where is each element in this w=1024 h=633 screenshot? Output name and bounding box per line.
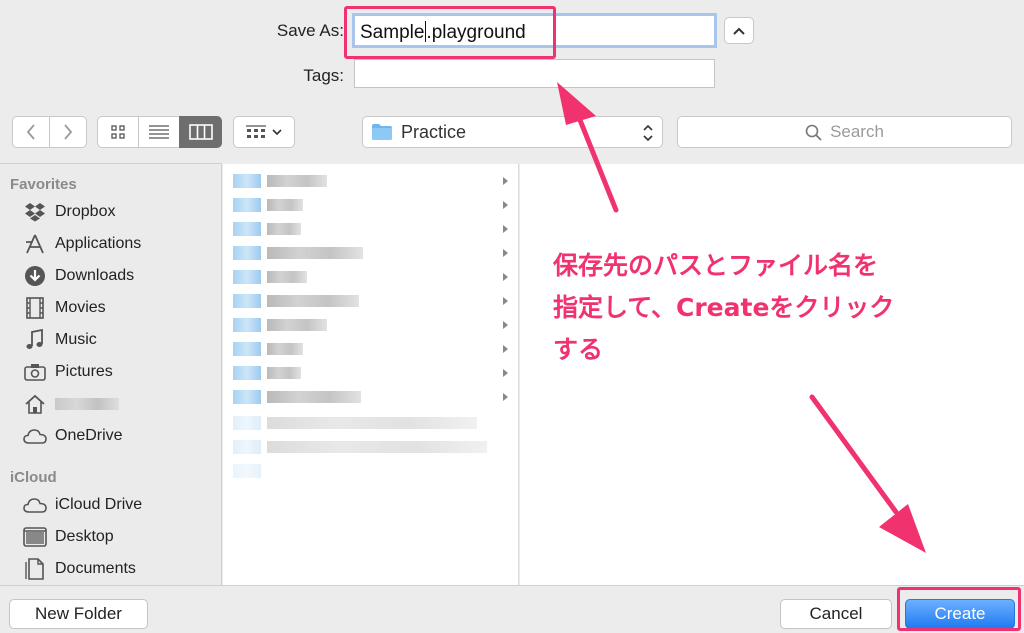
music-icon <box>26 329 43 349</box>
sidebar-item-label: Music <box>55 331 97 348</box>
list-item[interactable] <box>233 318 327 332</box>
chevron-left-icon <box>26 124 35 140</box>
sidebar-item-label: OneDrive <box>55 427 123 444</box>
movies-icon <box>26 297 44 319</box>
home-icon <box>25 394 45 414</box>
group-view-dropdown[interactable] <box>233 116 295 148</box>
documents-icon <box>25 558 44 580</box>
list-item[interactable] <box>233 294 359 308</box>
updown-chevron-icon <box>643 124 653 142</box>
list-item[interactable] <box>233 366 301 380</box>
icon-view-button[interactable] <box>97 116 139 148</box>
list-icon <box>149 125 169 139</box>
filename-highlight-box <box>344 6 556 59</box>
icloud-section-title: iCloud <box>10 469 57 486</box>
sidebar-item-label: Dropbox <box>55 203 116 220</box>
applications-icon <box>26 234 44 254</box>
sidebar-item-desktop[interactable]: Desktop <box>22 523 114 551</box>
sidebar-item-movies[interactable]: Movies <box>22 294 106 322</box>
columns-icon <box>188 124 213 140</box>
sidebar-item-downloads[interactable]: Downloads <box>22 262 134 290</box>
new-folder-button[interactable]: New Folder <box>9 599 148 629</box>
sidebar-item-home[interactable] <box>22 390 119 418</box>
annotation-line-3: する <box>553 335 604 364</box>
save-as-label: Save As: <box>276 21 344 40</box>
file-browser-preview-column <box>520 164 1024 585</box>
search-field[interactable]: Search <box>677 116 1012 148</box>
sidebar-item-documents[interactable]: Documents <box>22 555 136 583</box>
pictures-icon <box>24 364 46 381</box>
list-item[interactable] <box>233 390 361 404</box>
icloud-drive-icon <box>23 498 47 513</box>
list-item[interactable] <box>233 416 477 430</box>
chevron-right-icon <box>64 124 73 140</box>
sidebar-item-label: Documents <box>55 560 136 577</box>
list-item[interactable] <box>233 270 307 284</box>
favorites-section-title: Favorites <box>10 176 77 193</box>
desktop-icon <box>23 527 47 547</box>
group-grid-icon <box>246 125 266 138</box>
sidebar-item-label: Applications <box>55 235 142 252</box>
list-item[interactable] <box>233 198 303 212</box>
sidebar-item-label: Movies <box>55 299 106 316</box>
downloads-icon <box>25 266 45 286</box>
forward-button[interactable] <box>49 116 87 148</box>
list-item[interactable] <box>233 440 487 454</box>
grid-icon <box>111 125 125 139</box>
search-placeholder: Search <box>830 122 884 141</box>
annotation-line-2: 指定して、Createをクリック <box>553 293 895 322</box>
list-item[interactable] <box>233 246 363 260</box>
sidebar-item-onedrive[interactable]: OneDrive <box>22 422 123 450</box>
location-label: Practice <box>401 121 467 142</box>
sidebar-item-label: Pictures <box>55 363 113 380</box>
blurred-home-label <box>55 398 119 410</box>
list-item[interactable] <box>233 342 303 356</box>
column-view-button[interactable] <box>179 116 222 148</box>
create-highlight-box <box>897 587 1021 631</box>
sidebar-item-pictures[interactable]: Pictures <box>22 358 113 386</box>
list-item[interactable] <box>233 174 327 188</box>
back-button[interactable] <box>12 116 50 148</box>
search-icon <box>805 124 822 141</box>
sidebar-item-icloud-drive[interactable]: iCloud Drive <box>22 491 142 519</box>
sidebar-item-dropbox[interactable]: Dropbox <box>22 198 115 226</box>
sidebar-item-label: Downloads <box>55 267 135 284</box>
cancel-button[interactable]: Cancel <box>780 599 892 629</box>
location-popup[interactable]: Practice <box>362 116 663 148</box>
list-item[interactable] <box>233 464 267 478</box>
sidebar: Favorites Dropbox Applications Downloads… <box>0 163 222 585</box>
sidebar-item-label: Desktop <box>55 528 114 545</box>
dropbox-icon <box>25 203 45 222</box>
onedrive-icon <box>23 429 47 444</box>
chevron-up-icon <box>733 27 745 35</box>
collapse-toggle-button[interactable] <box>724 17 754 44</box>
annotation-line-1: 保存先のパスとファイル名を <box>553 251 879 280</box>
list-view-button[interactable] <box>138 116 180 148</box>
chevron-down-icon <box>272 129 282 136</box>
tags-label: Tags: <box>303 66 344 85</box>
list-item[interactable] <box>233 222 301 236</box>
folder-icon <box>372 124 392 140</box>
tags-input[interactable] <box>354 59 715 88</box>
sidebar-item-applications[interactable]: Applications <box>22 230 141 258</box>
save-panel-footer: New Folder Cancel Create <box>0 585 1024 633</box>
instruction-annotation: 保存先のパスとファイル名を 指定して、Createをクリック する <box>553 245 973 371</box>
sidebar-item-label: iCloud Drive <box>55 496 143 513</box>
sidebar-item-music[interactable]: Music <box>22 326 97 354</box>
file-browser-column <box>223 164 519 585</box>
